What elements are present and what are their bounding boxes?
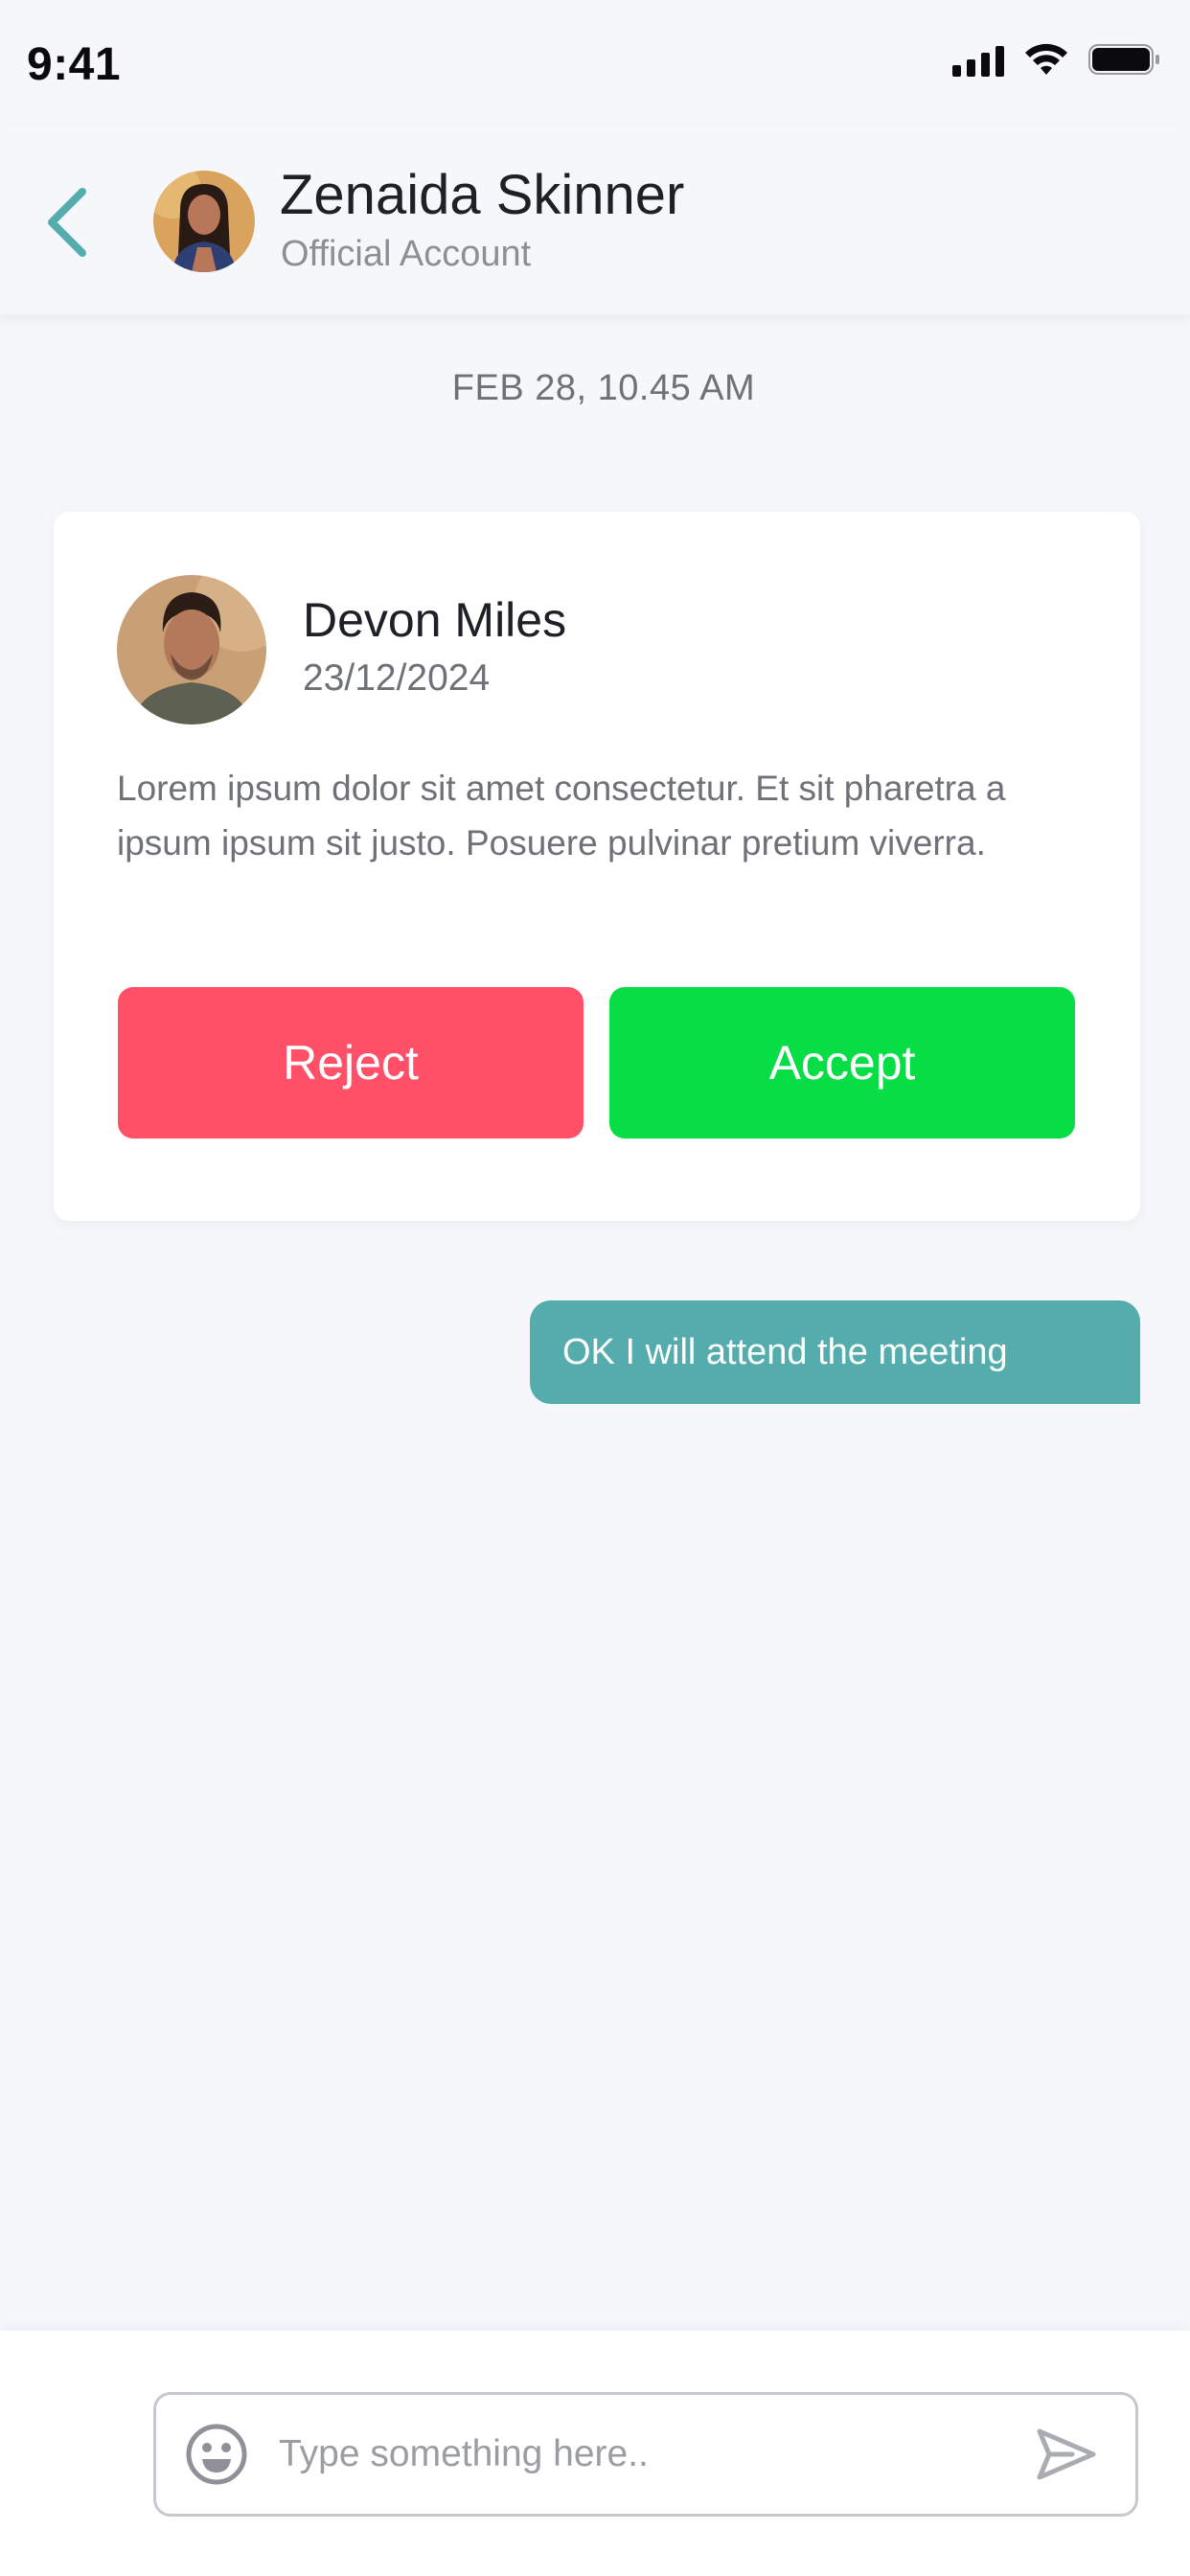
chat-screen: 9:41 Zenaida Skinner Official Account FE… [0,0,1190,2576]
contact-name: Zenaida Skinner [280,164,685,226]
status-time: 9:41 [27,39,122,90]
chat-header: Zenaida Skinner Official Account [0,125,1190,314]
message-input-box [153,2392,1138,2517]
send-icon[interactable] [1036,2426,1097,2483]
sent-message-bubble: OK I will attend the meeting [530,1300,1140,1404]
message-input[interactable] [279,2416,988,2493]
status-icons [952,42,1161,77]
invite-message: Lorem ipsum dolor sit amet consectetur. … [117,769,1006,862]
contact-subtitle: Official Account [281,234,532,274]
status-bar: 9:41 [0,0,1190,125]
avatar[interactable] [153,171,255,272]
sent-message-text: OK I will attend the meeting [562,1331,1008,1372]
sender-name: Devon Miles [303,593,567,647]
date-stamp: FEB 28, 10.45 AM [451,368,756,408]
wifi-icon [1025,43,1067,75]
cellular-signal-icon [952,44,1004,77]
accept-button[interactable]: Accept [609,987,1075,1138]
message-composer [0,2331,1190,2576]
meeting-invite-card: Devon Miles 23/12/2024 Lorem ipsum dolor… [54,512,1140,1221]
battery-icon [1088,44,1159,75]
reject-button[interactable]: Reject [118,987,584,1138]
sender-date: 23/12/2024 [303,657,491,699]
smiley-icon[interactable] [185,2423,248,2486]
chevron-left-icon[interactable] [42,182,100,263]
sender-avatar[interactable] [117,575,266,724]
